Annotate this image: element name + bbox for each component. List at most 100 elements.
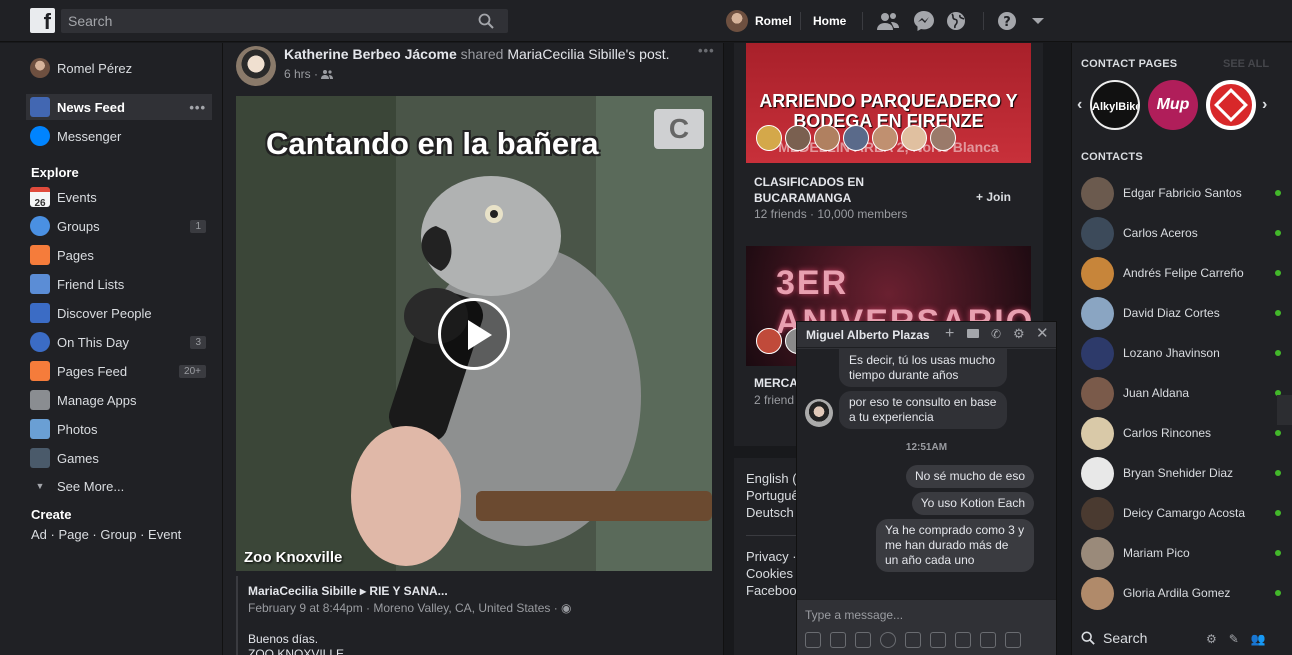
- contact-page-alkylbike[interactable]: AlkylBike: [1090, 80, 1140, 130]
- messenger-icon[interactable]: [912, 10, 936, 32]
- see-all-link[interactable]: SEE ALL: [1223, 58, 1269, 70]
- sidebar-item-pages[interactable]: Pages: [26, 242, 212, 268]
- contact-item[interactable]: Gloria Ardila Gomez: [1081, 575, 1281, 611]
- contact-item[interactable]: Andrés Felipe Carreño: [1081, 255, 1281, 291]
- sidebar-item-messenger[interactable]: Messenger: [26, 123, 212, 149]
- contact-page-red[interactable]: [1206, 80, 1256, 130]
- scrollbar[interactable]: [1277, 395, 1292, 425]
- sidebar-item-discover-people[interactable]: Discover People: [26, 300, 212, 326]
- home-link[interactable]: Home: [813, 14, 846, 28]
- message-input[interactable]: [805, 608, 1045, 622]
- chat-composer: [797, 599, 1056, 655]
- sidebar-item-photos[interactable]: Photos: [26, 416, 212, 442]
- sidebar-item-label: Manage Apps: [57, 392, 137, 408]
- contact-item[interactable]: Carlos Rincones: [1081, 415, 1281, 451]
- search-box: [61, 9, 508, 33]
- friend-lists-icon: [30, 274, 50, 294]
- friends-privacy-icon: [321, 70, 334, 79]
- attachment-icon[interactable]: [905, 632, 921, 648]
- post-author-link[interactable]: Katherine Berbeo Jácome: [284, 46, 457, 62]
- group-meta: 2 friend: [754, 393, 795, 407]
- clock-icon: [30, 332, 50, 352]
- video-title: Cantando en la bañera: [266, 126, 599, 161]
- contact-item[interactable]: Mariam Pico: [1081, 535, 1281, 571]
- sidebar-item-groups[interactable]: Groups 1: [26, 213, 212, 239]
- see-more-link[interactable]: ▼ See More...: [26, 473, 212, 499]
- search-icon[interactable]: [478, 13, 494, 29]
- contact-item[interactable]: Juan Aldana: [1081, 375, 1281, 411]
- emoji-icon[interactable]: [880, 632, 896, 648]
- sidebar-profile[interactable]: Romel Pérez: [26, 55, 212, 81]
- group-cover-image[interactable]: ARRIENDO PARQUEADERO Y BODEGA EN FIRENZE…: [746, 43, 1031, 163]
- help-icon[interactable]: ?: [995, 10, 1019, 32]
- photo-icon[interactable]: [805, 632, 821, 648]
- add-person-icon[interactable]: +: [945, 325, 954, 343]
- post-time-text: 6 hrs ·: [284, 67, 319, 81]
- contact-item[interactable]: Deicy Camargo Acosta: [1081, 495, 1281, 531]
- shared-post-line: ZOO KNOXVILLE: [248, 647, 345, 655]
- chat-header[interactable]: Miguel Alberto Plazas + ✆ ⚙ ✕: [797, 322, 1056, 348]
- compose-icon[interactable]: ✎: [1229, 632, 1239, 646]
- chevron-right-icon[interactable]: ›: [1262, 96, 1267, 114]
- post-options-icon[interactable]: •••: [698, 43, 715, 58]
- chevron-left-icon[interactable]: ‹: [1077, 96, 1082, 114]
- grid-icon[interactable]: [980, 632, 996, 648]
- contact-item[interactable]: David Diaz Cortes: [1081, 295, 1281, 331]
- contact-item[interactable]: Edgar Fabricio Santos: [1081, 175, 1281, 211]
- gear-icon[interactable]: ⚙: [1013, 326, 1025, 342]
- contacts-search[interactable]: Search: [1081, 630, 1147, 646]
- join-group-button[interactable]: + Join: [976, 190, 1011, 204]
- profile-link[interactable]: Romel: [726, 9, 792, 33]
- sidebar-item-games[interactable]: Games: [26, 445, 212, 471]
- count-badge: 20+: [179, 364, 206, 378]
- sidebar-item-friend-lists[interactable]: Friend Lists: [26, 271, 212, 297]
- play-button[interactable]: [438, 298, 510, 370]
- search-input[interactable]: [61, 9, 461, 33]
- group-name[interactable]: MERCA: [754, 375, 798, 391]
- chevron-down-icon[interactable]: [1026, 10, 1050, 32]
- avatar: [1081, 496, 1114, 530]
- group-name[interactable]: CLASIFICADOS EN BUCARAMANGA: [754, 174, 954, 206]
- friend-requests-icon[interactable]: [876, 10, 900, 32]
- avatar[interactable]: [236, 46, 276, 86]
- camera-icon[interactable]: [955, 632, 971, 648]
- avatar: [805, 399, 833, 427]
- avatar: [930, 125, 956, 151]
- contact-item[interactable]: Carlos Aceros: [1081, 215, 1281, 251]
- contact-item[interactable]: Lozano Jhavinson: [1081, 335, 1281, 371]
- video-call-icon[interactable]: [967, 329, 979, 338]
- divider: [862, 12, 863, 30]
- sidebar-item-news-feed[interactable]: News Feed •••: [26, 94, 212, 120]
- composer-toolbar: [805, 632, 1021, 648]
- notifications-globe-icon[interactable]: [944, 10, 968, 32]
- link-icon[interactable]: [930, 632, 946, 648]
- thumbs-up-icon[interactable]: [1005, 632, 1021, 648]
- sidebar-item-events[interactable]: 26 Events: [26, 184, 212, 210]
- contact-item[interactable]: Bryan Snehider Diaz: [1081, 455, 1281, 491]
- more-options-icon[interactable]: •••: [189, 100, 206, 115]
- create-links[interactable]: Ad · Page · Group · Event: [31, 527, 181, 542]
- shared-from-link[interactable]: MariaCecilia Sibille: [507, 46, 625, 62]
- sidebar-item-manage-apps[interactable]: Manage Apps: [26, 387, 212, 413]
- calendar-icon: 26: [30, 187, 50, 209]
- close-icon[interactable]: ✕: [1036, 324, 1049, 342]
- shared-post-header[interactable]: MariaCecilia Sibille ▸ RIE Y SANA...: [248, 584, 712, 598]
- video-player[interactable]: Cantando en la bañera C Zoo Knoxville: [236, 96, 712, 571]
- chat-title[interactable]: Miguel Alberto Plazas: [806, 328, 930, 342]
- profile-name: Romel: [755, 14, 792, 28]
- new-group-icon[interactable]: 👥: [1251, 632, 1266, 646]
- contact-page-mup[interactable]: Mup: [1148, 80, 1198, 130]
- post-timestamp[interactable]: 6 hrs ·: [284, 67, 334, 81]
- phone-icon[interactable]: ✆: [991, 327, 1001, 341]
- gif-icon[interactable]: [855, 632, 871, 648]
- sidebar-item-pages-feed[interactable]: Pages Feed 20+: [26, 358, 212, 384]
- shared-post-meta: February 9 at 8:44pm · Moreno Valley, CA…: [248, 601, 712, 615]
- facebook-logo-icon[interactable]: f: [30, 8, 55, 33]
- gear-icon[interactable]: ⚙: [1206, 632, 1217, 646]
- sticker-icon[interactable]: [830, 632, 846, 648]
- sidebar-item-label: Pages Feed: [57, 363, 128, 379]
- messenger-icon: [30, 126, 50, 146]
- sidebar-item-on-this-day[interactable]: On This Day 3: [26, 329, 212, 355]
- message-incoming: por eso te consulto en base a tu experie…: [839, 391, 1007, 429]
- avatar: [756, 125, 782, 151]
